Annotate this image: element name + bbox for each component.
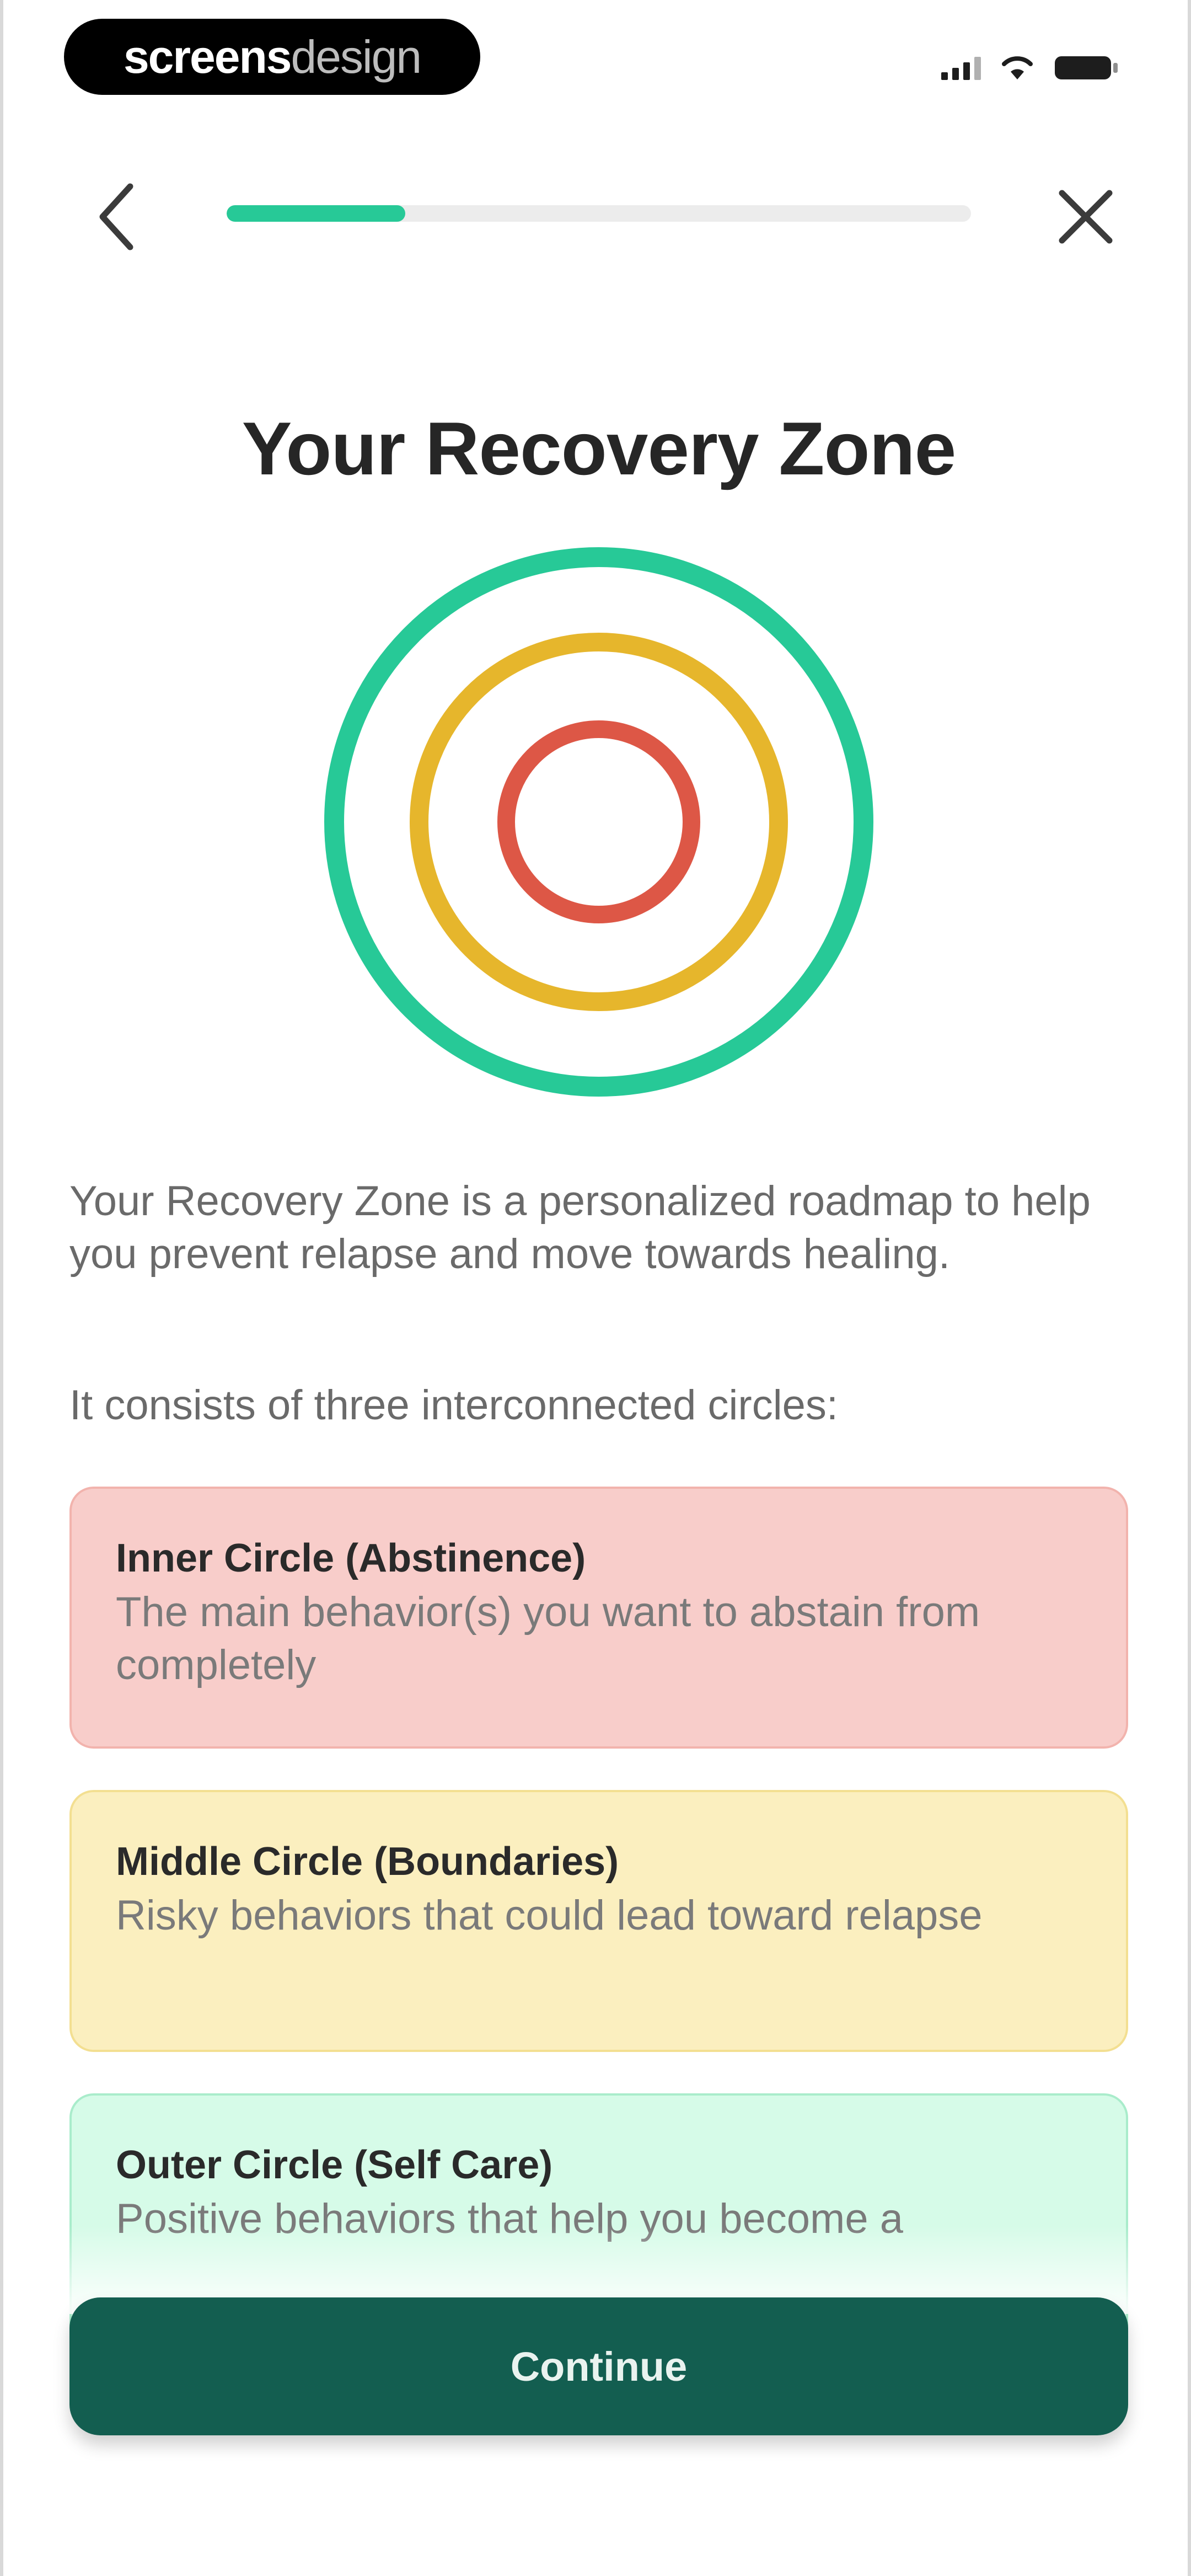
signal-icon xyxy=(941,56,981,80)
wifi-icon xyxy=(1002,56,1033,79)
card-title: Outer Circle (Self Care) xyxy=(116,2143,553,2187)
screensdesign-watermark: screens design xyxy=(64,19,480,95)
circles-intro-text: It consists of three interconnected circ… xyxy=(69,1382,838,1429)
close-icon xyxy=(1059,190,1113,244)
battery-icon xyxy=(1055,56,1118,79)
inner-circle-card: Inner Circle (Abstinence) The main behav… xyxy=(69,1487,1128,1749)
close-button[interactable] xyxy=(1050,175,1122,258)
chevron-left-icon xyxy=(99,183,133,250)
inner-circle-ring xyxy=(497,720,700,923)
continue-button[interactable]: Continue xyxy=(69,2297,1128,2435)
intro-paragraph: Your Recovery Zone is a personalized roa… xyxy=(69,1178,1091,1278)
watermark-light-text: design xyxy=(291,30,422,83)
progress-fill xyxy=(227,205,405,222)
card-description: Risky behaviors that could lead toward r… xyxy=(116,1892,983,1939)
page-title: Your Recovery Zone xyxy=(242,407,957,490)
middle-circle-ring xyxy=(410,633,788,1011)
status-icons xyxy=(941,52,1119,83)
onboarding-progress-bar xyxy=(227,205,971,222)
card-title: Inner Circle (Abstinence) xyxy=(116,1536,586,1580)
app-screen: screens design Your Recovery Zone Your R… xyxy=(0,0,1191,2576)
card-title: Middle Circle (Boundaries) xyxy=(116,1840,619,1884)
card-description: The main behavior(s) you want to abstain… xyxy=(116,1589,980,1688)
back-button[interactable] xyxy=(81,175,152,258)
recovery-zone-rings xyxy=(324,547,873,1097)
middle-circle-card: Middle Circle (Boundaries) Risky behavio… xyxy=(69,1790,1128,2052)
watermark-bold-text: screens xyxy=(123,30,292,83)
